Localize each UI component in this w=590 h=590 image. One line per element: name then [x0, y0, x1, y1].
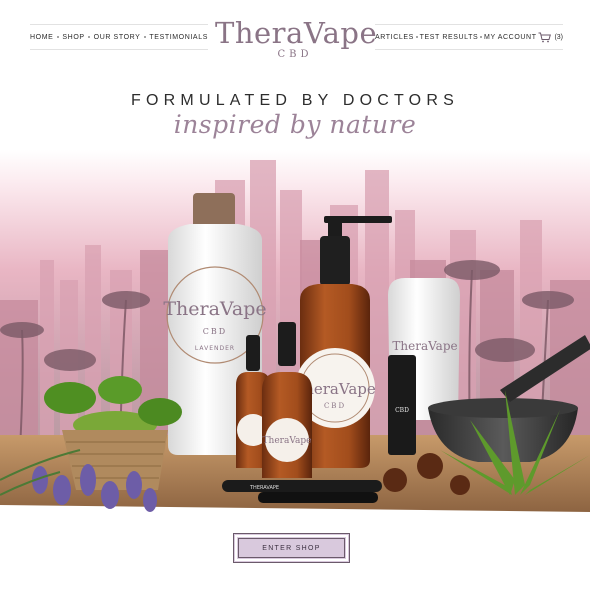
tube-brand-label: TheraVape [392, 339, 457, 353]
nav-our-story[interactable]: OUR STORY [94, 34, 141, 41]
black-bottle-label: CBD [395, 407, 409, 414]
cart-count: (3) [554, 33, 563, 41]
nav-separator [56, 36, 59, 38]
hero-headline: FORMULATED BY DOCTORS [131, 92, 459, 109]
hero-product-image: TheraVape CBD LAVENDER TheraVape CBD The… [0, 150, 590, 530]
logo-subtitle: CBD [277, 49, 313, 60]
nav-home[interactable]: HOME [30, 34, 53, 41]
nav-shop[interactable]: SHOP [62, 34, 84, 41]
hero-tagline: inspired by nature [173, 110, 417, 139]
enter-shop-button[interactable]: ENTER SHOP [233, 533, 350, 563]
cart-link[interactable]: (3) [538, 32, 563, 43]
cart-icon [538, 32, 552, 42]
nav-separator [143, 36, 146, 38]
bottle-flavor-label: LAVENDER [195, 345, 235, 352]
nav-separator [88, 36, 91, 38]
dropper-brand-label: TheraVape [263, 436, 312, 446]
pen-label: THERAVAPE [249, 485, 279, 491]
nav-testimonials[interactable]: TESTIMONIALS [149, 34, 208, 41]
nav-test-results[interactable]: TEST RESULTS [420, 34, 479, 41]
site-logo[interactable]: TheraVape CBD [215, 16, 378, 60]
nav-my-account[interactable]: MY ACCOUNT [484, 34, 537, 41]
black-vape-bottle: CBD [388, 355, 416, 455]
bottle-brand-label: TheraVape [163, 298, 266, 320]
main-nav-right: ARTICLES TEST RESULTS MY ACCOUNT (3) [375, 24, 563, 50]
main-nav-left: HOME SHOP OUR STORY TESTIMONIALS [30, 24, 208, 50]
nav-separator [415, 36, 418, 38]
nav-separator [480, 36, 483, 38]
logo-wordmark: TheraVape [215, 16, 378, 50]
nav-articles[interactable]: ARTICLES [375, 34, 414, 41]
pump-cbd-label: CBD [324, 402, 346, 410]
bottle-cbd-label: CBD [203, 327, 227, 336]
